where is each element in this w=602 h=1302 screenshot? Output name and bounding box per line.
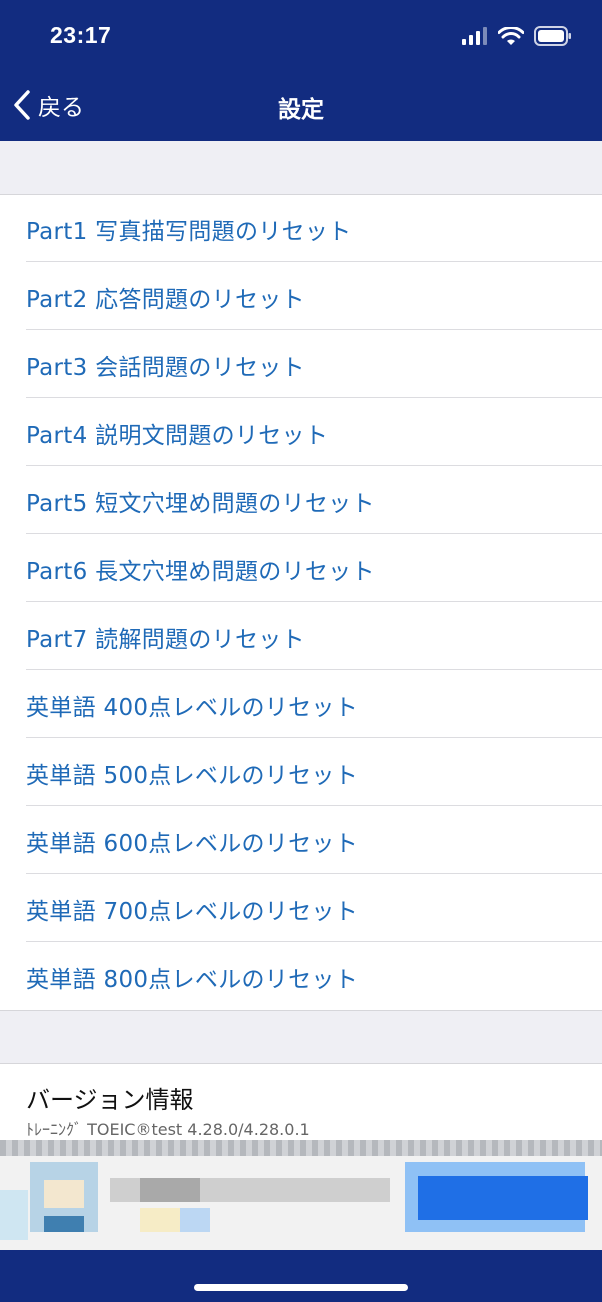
signal-icon	[462, 27, 487, 45]
reset-vocab-400-row[interactable]: 英単語 400点レベルのリセット	[0, 670, 602, 738]
reset-vocab-500-row[interactable]: 英単語 500点レベルのリセット	[0, 738, 602, 806]
ad-text-blur-2	[140, 1178, 200, 1202]
section-spacer	[0, 141, 602, 195]
ad-banner-stripe	[0, 1140, 602, 1156]
ad-logo-image-face	[44, 1180, 84, 1208]
page-title: 設定	[278, 97, 324, 123]
version-title: バージョン情報	[26, 1086, 194, 1114]
home-indicator[interactable]	[194, 1284, 408, 1291]
version-info: バージョン情報 ﾄﾚｰﾆﾝｸﾞ TOEIC®test 4.28.0/4.28.0…	[0, 1063, 602, 1141]
reset-vocab-600-row[interactable]: 英単語 600点レベルのリセット	[0, 806, 602, 874]
reset-part4-row[interactable]: Part4 説明文問題のリセット	[0, 398, 602, 466]
status-icons	[462, 26, 572, 46]
ad-icons-blur-2	[180, 1208, 210, 1232]
wifi-icon	[498, 26, 524, 45]
reset-list: Part1 写真描写問題のリセット Part2 応答問題のリセット Part3 …	[0, 195, 602, 1011]
battery-icon	[534, 26, 571, 46]
reset-part5-row[interactable]: Part5 短文穴埋め問題のリセット	[0, 466, 602, 534]
reset-part1-row[interactable]: Part1 写真描写問題のリセット	[0, 195, 602, 262]
ad-logo-image-base	[44, 1216, 84, 1232]
reset-part3-row[interactable]: Part3 会話問題のリセット	[0, 330, 602, 398]
reset-vocab-700-row[interactable]: 英単語 700点レベルのリセット	[0, 874, 602, 942]
status-time: 23:17	[50, 22, 112, 48]
footer-bar	[0, 1250, 602, 1302]
reset-part6-row[interactable]: Part6 長文穴埋め問題のリセット	[0, 534, 602, 602]
reset-vocab-800-row[interactable]: 英単語 800点レベルのリセット	[0, 942, 602, 1010]
version-subtitle: ﾄﾚｰﾆﾝｸﾞ TOEIC®test 4.28.0/4.28.0.1	[26, 1120, 310, 1139]
ad-cta-button-fill	[418, 1176, 588, 1220]
reset-part2-row[interactable]: Part2 応答問題のリセット	[0, 262, 602, 330]
ad-banner[interactable]	[0, 1140, 602, 1250]
header-bar: 23:17 戻る 設定	[0, 0, 602, 141]
reset-part7-row[interactable]: Part7 読解問題のリセット	[0, 602, 602, 670]
ad-left-edge	[0, 1190, 28, 1240]
